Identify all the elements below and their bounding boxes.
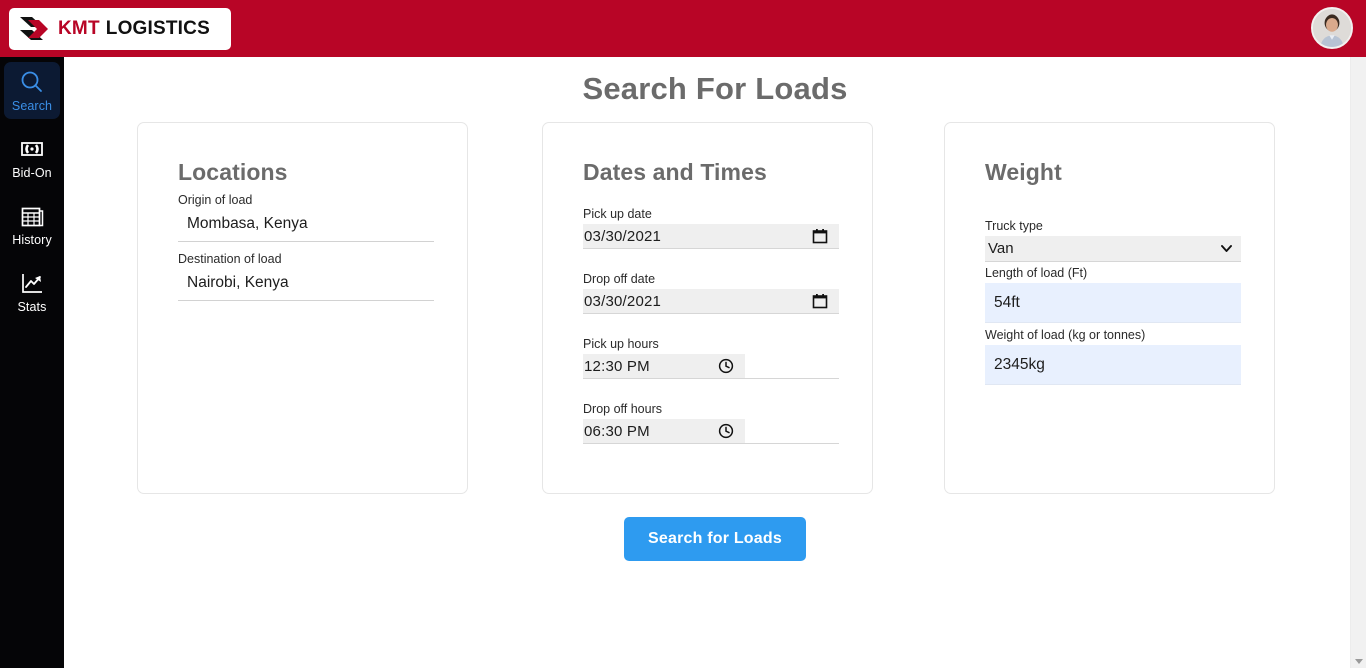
left-sidebar: Search Bid-On History Stats [0,57,64,668]
brand-logo-text: KMT LOGISTICS [58,18,210,40]
sidebar-item-label: Search [11,99,53,113]
brand-logo[interactable]: KMT LOGISTICS [9,7,231,50]
pickup-hours-group: Pick up hours 12:30 PM [583,336,839,379]
dropoff-date-label: Drop off date [583,272,656,286]
banknote-money-icon [21,142,43,156]
top-header-bar: KMT LOGISTICS [0,0,1366,57]
sidebar-item-label: History [12,233,52,247]
search-form-cards: Locations Origin of load Destination of … [64,122,1366,497]
calendar-picker-icon[interactable] [812,293,828,309]
truck-type-select[interactable]: Van [985,236,1241,262]
calendar-picker-icon[interactable] [812,228,828,244]
weight-of-load-label: Weight of load (kg or tonnes) [985,328,1146,342]
app-window: KMT LOGISTICS Search Bid-On History Stat… [0,0,1366,668]
pickup-hours-value: 12:30 PM [584,357,650,375]
scroll-down-arrow-icon[interactable] [1354,657,1364,665]
pickup-date-label: Pick up date [583,207,652,221]
dropoff-hours-value: 06:30 PM [584,422,650,440]
destination-input[interactable] [178,269,434,301]
page-title: Search For Loads [582,71,848,106]
pickup-hours-label: Pick up hours [583,337,659,351]
dropoff-date-value: 03/30/2021 [584,292,662,310]
locations-card-title: Locations [178,159,288,185]
length-of-load-input[interactable] [985,283,1241,323]
dropoff-hours-row: 06:30 PM [583,419,839,444]
avatar[interactable] [1311,7,1353,49]
vertical-scrollbar[interactable] [1350,57,1366,668]
sidebar-item-label: Stats [17,300,47,314]
locations-card: Locations Origin of load Destination of … [137,122,468,494]
pickup-hours-input[interactable]: 12:30 PM [583,354,745,378]
weight-card: Weight Truck type Van Length of load (Ft… [944,122,1275,494]
length-of-load-label: Length of load (Ft) [985,266,1088,280]
newspaper-table-icon [21,207,44,227]
search-for-loads-button[interactable]: Search for Loads [624,517,806,561]
main-content: Search For Loads Locations Origin of loa… [64,57,1366,668]
clock-picker-icon[interactable] [718,423,734,439]
user-avatar-photo [1313,9,1351,47]
sidebar-item-stats[interactable]: Stats [4,263,60,320]
chevron-down-icon [1221,245,1232,252]
dropoff-date-input[interactable]: 03/30/2021 [583,289,839,313]
brand-name-secondary: LOGISTICS [105,17,210,39]
truck-type-value: Van [988,240,1014,257]
pickup-date-group: Pick up date 03/30/2021 [583,206,839,249]
weight-of-load-input[interactable] [985,345,1241,385]
search-magnifier-icon [21,71,42,92]
dropoff-date-group: Drop off date 03/30/2021 [583,271,839,314]
weight-card-title: Weight [985,159,1062,185]
dropoff-date-row: 03/30/2021 [583,289,839,314]
pickup-date-row: 03/30/2021 [583,224,839,249]
clock-picker-icon[interactable] [718,358,734,374]
sidebar-item-history[interactable]: History [4,196,60,253]
origin-input[interactable] [178,210,434,242]
sidebar-item-label: Bid-On [12,166,52,180]
truck-type-label: Truck type [985,219,1043,233]
pickup-date-input[interactable]: 03/30/2021 [583,224,839,248]
pickup-hours-row: 12:30 PM [583,354,839,379]
sidebar-item-search[interactable]: Search [4,62,60,119]
submit-area: Search for Loads [64,517,1366,561]
dropoff-hours-input[interactable]: 06:30 PM [583,419,745,443]
line-chart-up-icon [22,274,42,293]
dropoff-hours-label: Drop off hours [583,402,662,416]
dropoff-hours-group: Drop off hours 06:30 PM [583,401,839,444]
origin-label: Origin of load [178,193,253,207]
double-chevron-arrow-icon [20,16,48,40]
pickup-date-value: 03/30/2021 [584,227,662,245]
brand-name-primary: KMT [58,17,100,39]
dates-times-card: Dates and Times Pick up date 03/30/2021 [542,122,873,494]
dates-card-title: Dates and Times [583,159,767,185]
destination-label: Destination of load [178,252,282,266]
sidebar-item-bid-on[interactable]: Bid-On [4,129,60,186]
